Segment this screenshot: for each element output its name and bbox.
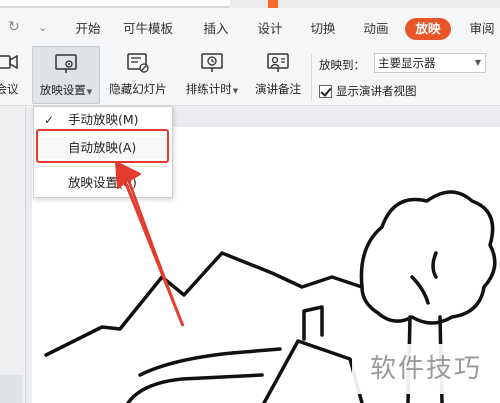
tab-design[interactable]: 设计 bbox=[252, 18, 288, 40]
presenter-notes-icon bbox=[267, 53, 289, 72]
tab-slideshow[interactable]: 放映 bbox=[405, 18, 451, 40]
slide-thumbnail[interactable] bbox=[0, 375, 22, 403]
meeting-button[interactable]: 会议 bbox=[0, 46, 22, 104]
rehearse-timing-button[interactable]: 排练计时▼ bbox=[178, 46, 246, 104]
hide-slide-label: 隐藏幻灯片 bbox=[109, 82, 167, 96]
menu-separator bbox=[38, 166, 168, 167]
rehearse-timing-icon bbox=[201, 53, 223, 72]
tab-home[interactable]: 开始 bbox=[68, 18, 108, 40]
menu-item-settings[interactable]: 放映设置(U) bbox=[34, 172, 172, 194]
presenter-view-checkbox[interactable] bbox=[319, 84, 332, 98]
menu-item-settings-label: 放映设置(U) bbox=[68, 175, 137, 190]
chevron-down-icon: ▼ bbox=[232, 87, 239, 95]
slideshow-settings-label: 放映设置 bbox=[39, 83, 86, 97]
title-strip bbox=[0, 0, 500, 8]
tree-branch bbox=[410, 251, 438, 305]
tab-templates[interactable]: 可牛模板 bbox=[116, 18, 180, 40]
ribbon-separator bbox=[311, 54, 312, 100]
display-select[interactable]: 主要显示器 ▼ bbox=[374, 53, 486, 73]
chevron-down-icon: ▼ bbox=[86, 88, 93, 96]
document-tab-edge bbox=[0, 0, 230, 8]
hide-slide-button[interactable]: 隐藏幻灯片 bbox=[104, 46, 172, 104]
presenter-view-label: 显示演讲者视图 bbox=[336, 84, 417, 98]
slideshow-settings-icon bbox=[55, 54, 77, 73]
slide-thumbnail-panel[interactable] bbox=[0, 107, 26, 403]
watermark-text: 软件技巧 bbox=[352, 344, 500, 394]
menu-item-manual[interactable]: ✓ 手动放映(M) bbox=[34, 109, 172, 131]
presenter-notes-button[interactable]: 演讲备注 bbox=[248, 46, 308, 104]
path-line-lower bbox=[126, 373, 264, 403]
slideshow-settings-button[interactable]: 放映设置▼ bbox=[32, 46, 100, 104]
redo-icon[interactable]: ↻ bbox=[8, 19, 20, 35]
checkmark-icon: ✓ bbox=[44, 113, 55, 127]
tab-transitions[interactable]: 切换 bbox=[305, 18, 341, 40]
mountain-line bbox=[44, 251, 364, 357]
rehearse-timing-label: 排练计时 bbox=[185, 82, 232, 96]
house-chimney bbox=[302, 305, 324, 341]
tab-review[interactable]: 审阅 bbox=[464, 18, 500, 40]
display-select-value: 主要显示器 bbox=[378, 56, 436, 70]
tab-animations[interactable]: 动画 bbox=[358, 18, 394, 40]
presenter-view-option[interactable]: 显示演讲者视图 bbox=[319, 83, 417, 99]
highlight-box bbox=[36, 129, 169, 163]
tab-insert[interactable]: 插入 bbox=[198, 18, 234, 40]
show-on-label: 放映到： bbox=[319, 58, 365, 72]
menu-item-manual-label: 手动放映(M) bbox=[68, 112, 139, 127]
chevron-down-icon: ▼ bbox=[474, 58, 481, 67]
menu-tab-bar: ↻ ⌄ 开始 可牛模板 插入 设计 切换 动画 放映 审阅 bbox=[0, 8, 500, 46]
meeting-icon bbox=[0, 54, 18, 70]
path-line-upper bbox=[138, 347, 282, 377]
hide-slide-icon bbox=[127, 53, 149, 73]
meeting-label: 会议 bbox=[0, 82, 19, 96]
accent-marker bbox=[268, 0, 278, 8]
customize-toolbar-icon[interactable]: ⌄ bbox=[38, 21, 47, 34]
presenter-notes-label: 演讲备注 bbox=[255, 82, 301, 96]
